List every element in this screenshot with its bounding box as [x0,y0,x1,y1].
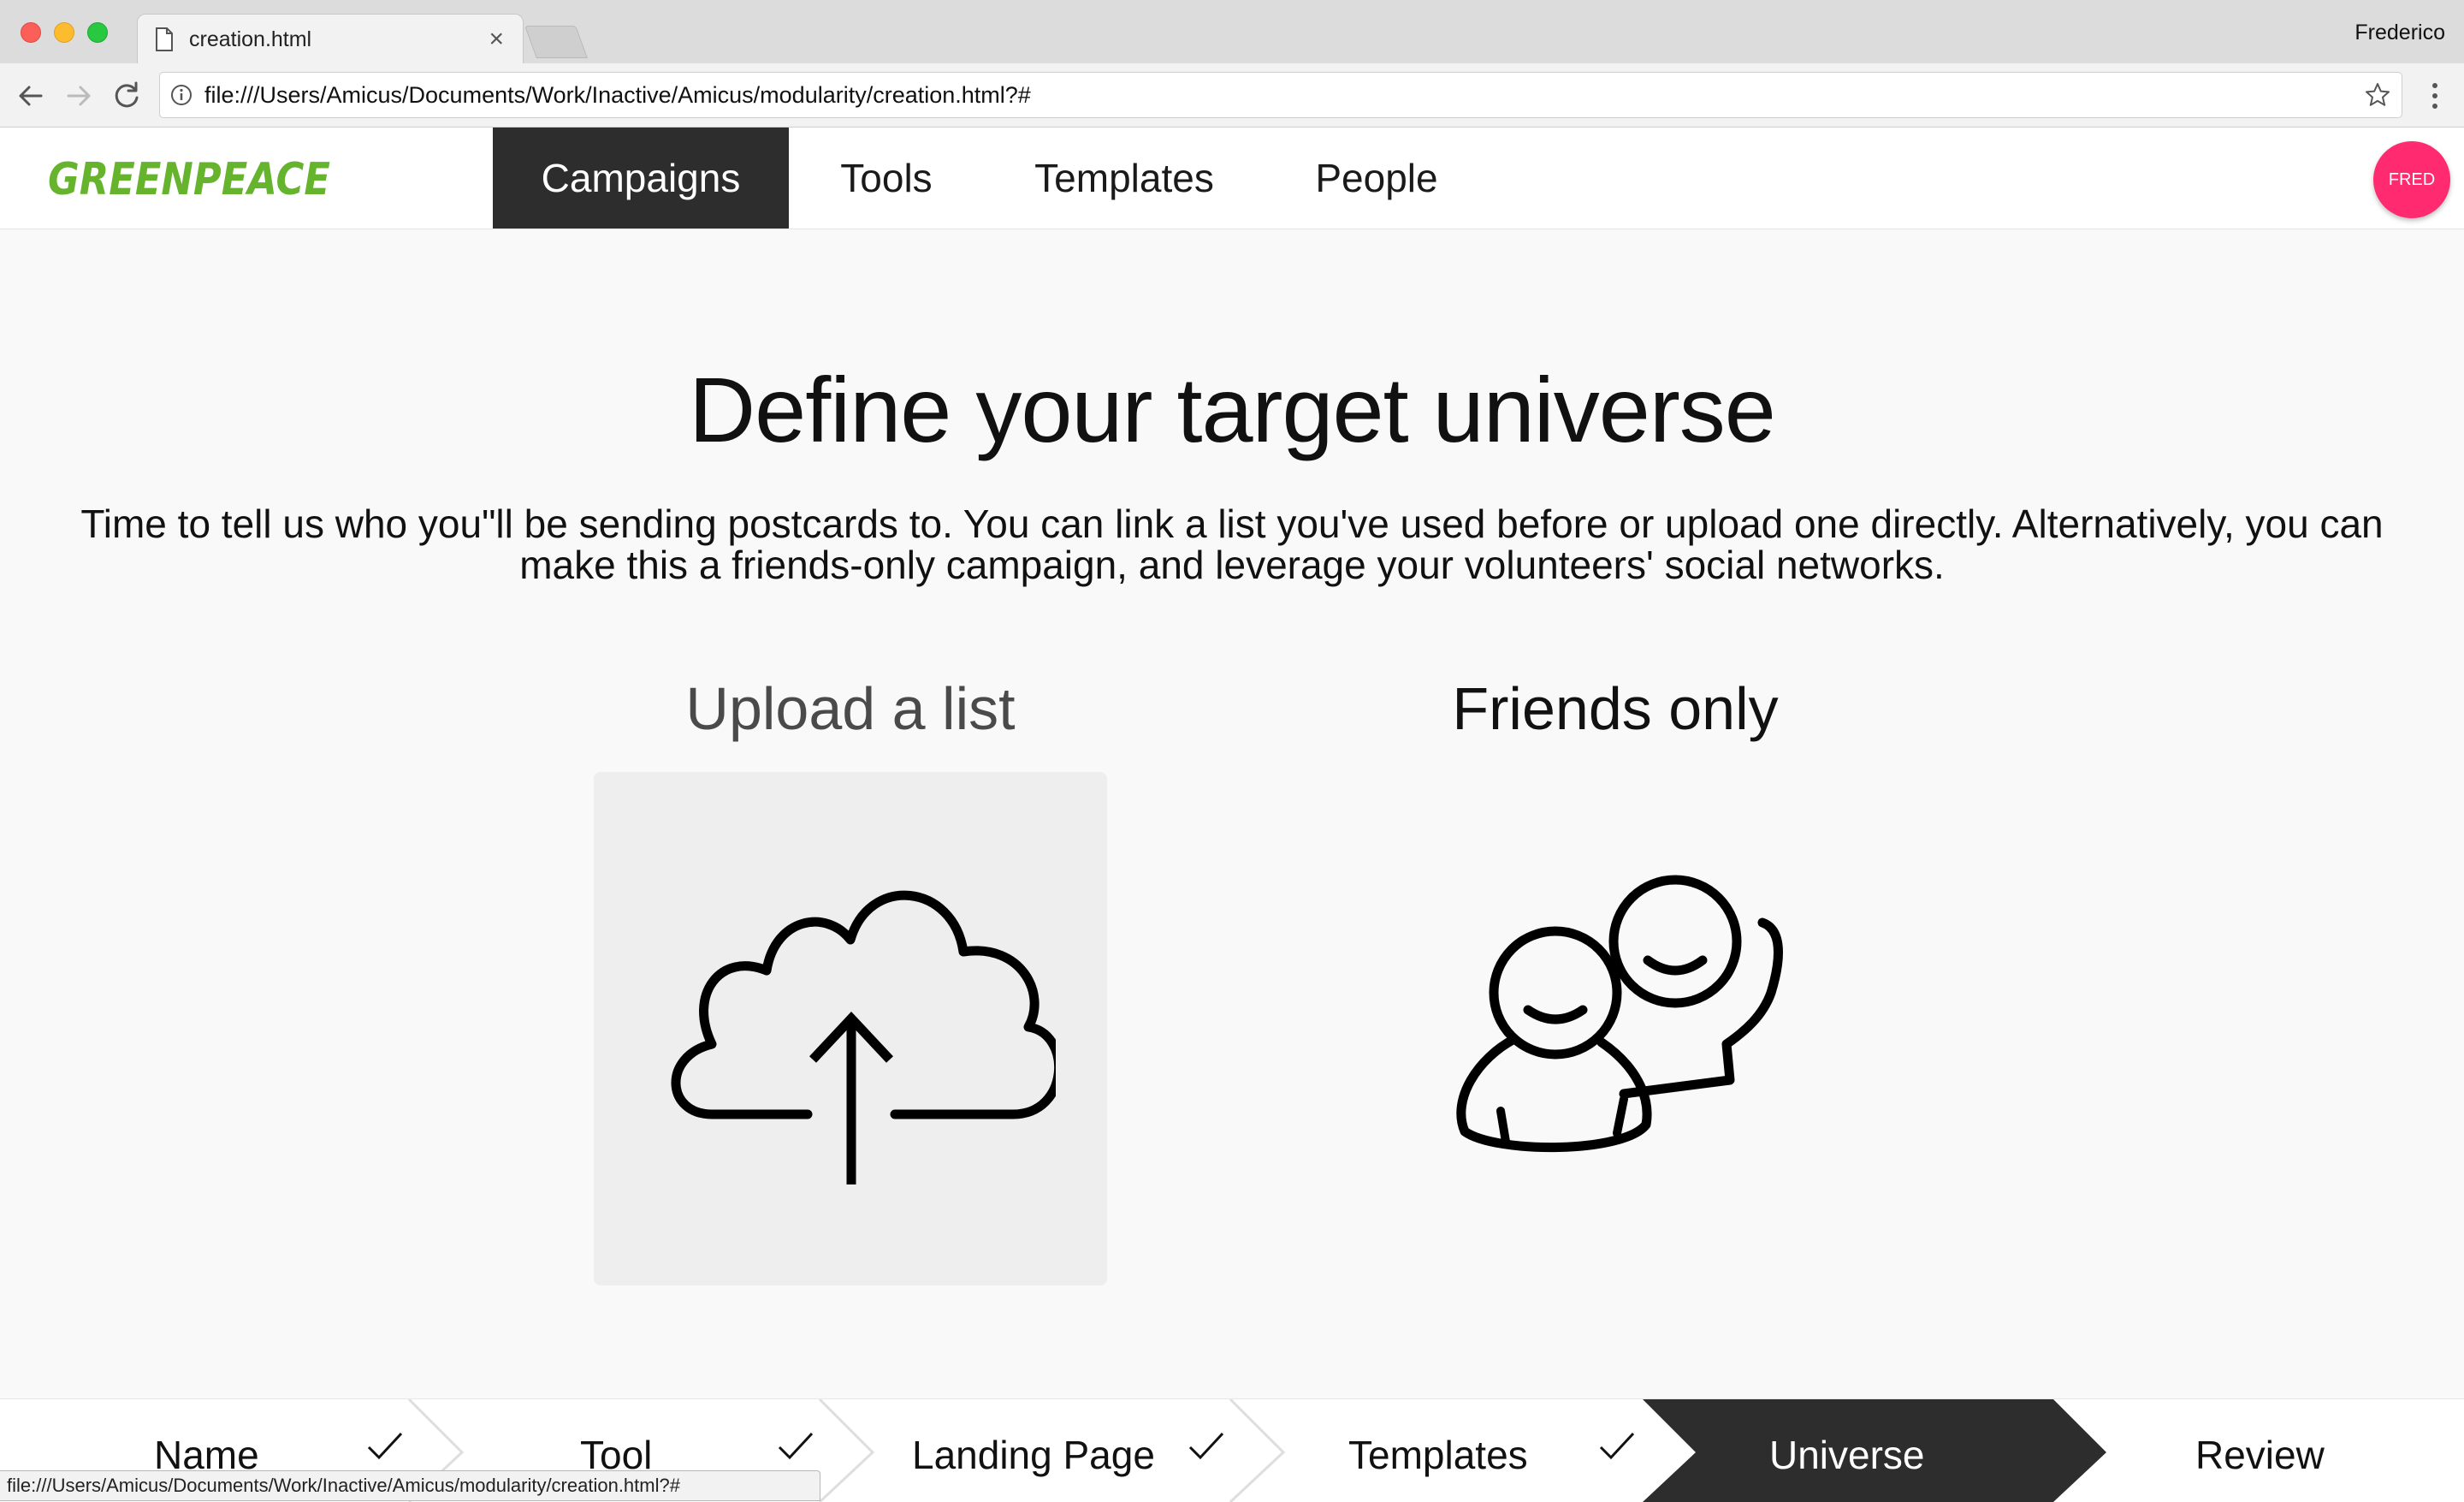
document-icon [156,27,173,51]
friends-icon [1456,875,1783,1153]
back-arrow-icon[interactable] [14,79,48,113]
friends-only-option[interactable] [1359,772,1872,1285]
step-landing-page[interactable]: Landing Page [821,1399,1232,1502]
browser-tab[interactable]: creation.html × [137,14,524,64]
reload-icon[interactable] [110,79,144,113]
checkmark-icon [1188,1432,1224,1460]
step-universe[interactable]: Universe [1643,1399,2053,1502]
bookmark-star-icon[interactable] [2364,81,2391,109]
tab-title: creation.html [189,27,312,51]
minimize-window-button[interactable] [54,22,74,43]
status-url: file:///Users/Amicus/Documents/Work/Inac… [7,1475,680,1496]
page-description: Time to tell us who you"ll be sending po… [80,502,2384,587]
greenpeace-logo[interactable]: GREENPEACE [44,148,335,208]
nav-templates[interactable]: Templates [1013,128,1235,229]
profile-name[interactable]: Frederico [2354,21,2445,45]
browser-tabstrip: creation.html × Frederico [0,0,2464,64]
page-title: Define your target universe [689,358,1776,461]
upload-list-option[interactable] [594,772,1107,1285]
app-header: GREENPEACE Campaigns Tools Templates Peo… [0,128,2464,229]
close-window-button[interactable] [21,22,41,43]
new-tab-button[interactable] [524,26,588,58]
nav-people[interactable]: People [1287,128,1466,229]
zoom-window-button[interactable] [87,22,108,43]
friends-only-label[interactable]: Friends only [1359,674,1872,743]
upload-list-label[interactable]: Upload a list [594,674,1107,743]
step-label: Review [2195,1433,2325,1477]
nav-campaigns[interactable]: Campaigns [493,128,789,229]
cloud-upload-icon [671,890,1056,1184]
address-bar[interactable]: file:///Users/Amicus/Documents/Work/Inac… [159,72,2402,118]
forward-arrow-icon[interactable] [62,79,96,113]
user-avatar[interactable]: FRED [2373,141,2450,218]
checkmark-icon [1599,1432,1635,1460]
step-templates[interactable]: Templates [1232,1399,1643,1502]
link-status-bubble: file:///Users/Amicus/Documents/Work/Inac… [0,1470,820,1501]
checkmark-icon [778,1432,814,1460]
step-label: Landing Page [912,1433,1155,1477]
step-review[interactable]: Review [2053,1399,2464,1502]
checkmark-icon [367,1432,403,1460]
svg-text:GREENPEACE: GREENPEACE [48,154,330,205]
nav-tools[interactable]: Tools [820,128,953,229]
tab-close-icon[interactable]: × [489,25,504,54]
browser-toolbar: file:///Users/Amicus/Documents/Work/Inac… [0,63,2464,128]
browser-menu-icon[interactable] [2418,79,2452,113]
step-label: Templates [1348,1433,1528,1477]
info-icon[interactable] [170,84,192,106]
step-label: Universe [1769,1433,1925,1477]
url-text[interactable]: file:///Users/Amicus/Documents/Work/Inac… [204,82,1031,109]
